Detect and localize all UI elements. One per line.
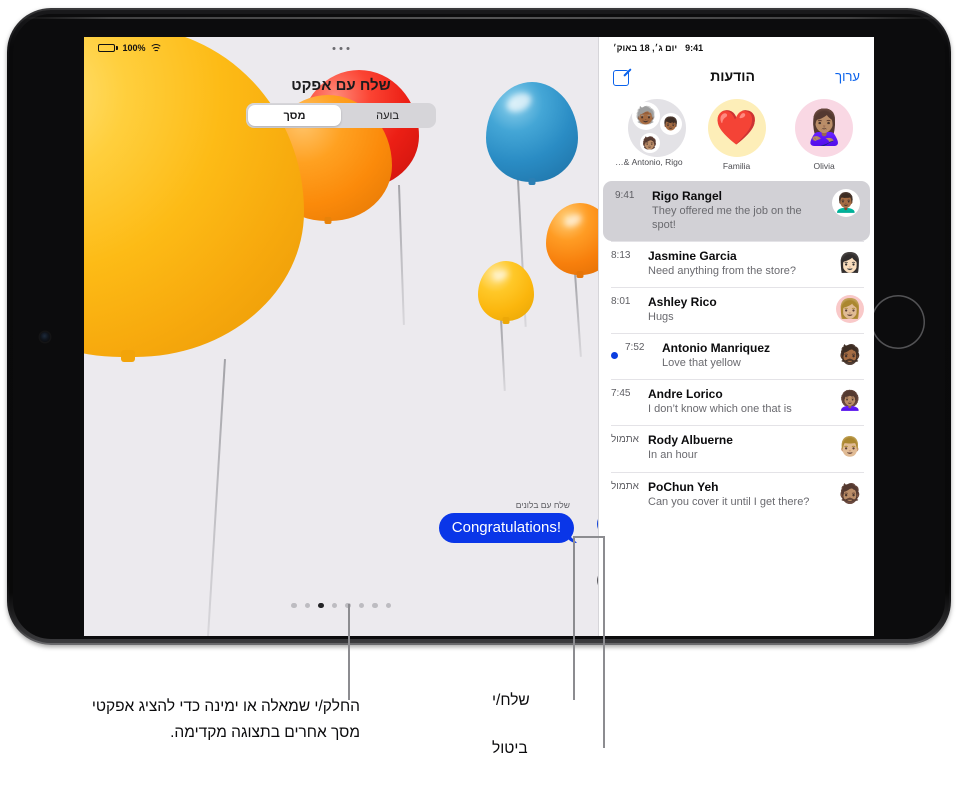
- conversation-preview: I don’t know which one that is: [648, 403, 792, 416]
- conversation-row[interactable]: 👨🏼 Rody Albuerne In an hour אתמול: [599, 425, 874, 471]
- leader-line-swipe: [348, 604, 350, 700]
- page-dot-active[interactable]: [318, 602, 324, 608]
- messages-pane: 9:41 יום ג׳, 18 באוק׳ ערוך הודעות 🙎🏽‍♀️ O…: [598, 37, 874, 636]
- avatar: 👩🏼: [836, 295, 864, 324]
- conversation-preview: They offered me the job on the spot!: [652, 205, 802, 232]
- conversation-time: 7:52: [625, 342, 645, 354]
- avatar: 👩🏽‍🦱: [836, 387, 864, 416]
- group-avatar: 🧓🏾 👦🏾 🧑🏽: [627, 99, 686, 157]
- message-bubble: Congratulations!: [438, 513, 574, 543]
- callout-send: שלח/י: [492, 692, 530, 709]
- front-camera-icon: [40, 332, 50, 342]
- effect-segmented-control[interactable]: בועה מסך: [246, 103, 436, 128]
- page-indicator[interactable]: [84, 602, 598, 608]
- conversation-time: אתמול: [611, 434, 639, 446]
- compose-icon[interactable]: [613, 67, 632, 86]
- conversation-preview: Can you cover it until I get there?: [648, 495, 810, 508]
- home-button[interactable]: [871, 295, 925, 349]
- conversation-name: PoChun Yeh: [648, 479, 719, 494]
- avatar: 🧔🏾: [836, 341, 864, 370]
- page-dot[interactable]: [358, 602, 364, 608]
- avatar: 👩🏻: [836, 249, 864, 278]
- send-effect-label: שלח עם בלונים: [515, 500, 570, 510]
- conversation-time: 8:13: [611, 250, 631, 262]
- battery-percent-label: 100%: [122, 43, 146, 53]
- leader-line-cancel: [603, 536, 605, 748]
- leader-line-send: [573, 536, 575, 700]
- avatar: 🧔🏽: [836, 479, 864, 508]
- multitasking-dots-icon: [332, 46, 350, 50]
- conversation-row[interactable]: 👩🏽‍🦱 Andre Lorico I don’t know which one…: [599, 379, 874, 425]
- conversation-name: Rigo Rangel: [652, 189, 723, 203]
- pinned-name: Familia: [722, 161, 751, 171]
- conversation-row[interactable]: 👩🏼 Ashley Rico Hugs 8:01: [599, 287, 874, 333]
- balloon-orange-right: [546, 203, 598, 278]
- conversation-row[interactable]: 🧔🏾 Antonio Manriquez Love that yellow 7:…: [599, 333, 874, 379]
- pinned-name: Antonio, Rigo &…: [615, 157, 683, 167]
- effect-preview-pane[interactable]: 100% שלח עם אפקט בועה מסך שלח עם בלונים …: [84, 37, 598, 636]
- page-dot[interactable]: [304, 602, 310, 608]
- page-title: הודעות: [710, 68, 755, 84]
- conversation-preview: Need anything from the store?: [648, 265, 796, 278]
- conversation-row[interactable]: 👨🏾‍🦱 Rigo Rangel They offered me the job…: [603, 181, 870, 242]
- conversation-time: 8:01: [611, 296, 631, 308]
- conversation-preview: Hugs: [648, 311, 674, 324]
- callout-swipe: החלק/י שמאלה או ימינה כדי להציג אפקטי מס…: [91, 698, 360, 741]
- page-dot[interactable]: [331, 602, 337, 608]
- tab-screen[interactable]: מסך: [248, 105, 341, 126]
- wifi-icon: [149, 43, 163, 53]
- ipad-screen: 100% שלח עם אפקט בועה מסך שלח עם בלונים …: [84, 37, 874, 636]
- battery-icon: [98, 44, 118, 52]
- conversation-row[interactable]: 👩🏻 Jasmine Garcia Need anything from the…: [599, 241, 874, 287]
- status-date: יום ג׳, 18 באוק׳: [613, 43, 678, 53]
- balloon-blue: [486, 82, 578, 185]
- leader-line-send-h: [573, 536, 603, 538]
- avatar: 👨🏼: [836, 433, 864, 462]
- status-time: 9:41: [685, 43, 704, 53]
- conversation-preview: Love that yellow: [662, 357, 741, 370]
- unread-badge: [611, 352, 618, 360]
- balloon-string: [500, 318, 506, 391]
- conversation-time: אתמול: [611, 480, 639, 492]
- messages-header: ערוך הודעות: [599, 59, 874, 93]
- pinned-conversation[interactable]: ❤️ Familia: [700, 99, 774, 171]
- balloon-string: [574, 272, 582, 357]
- conversation-preview: In an hour: [648, 449, 698, 462]
- avatar: 👨🏾‍🦱: [832, 189, 860, 217]
- effect-title: שלח עם אפקט: [291, 77, 391, 94]
- pinned-name: Olivia: [813, 161, 835, 171]
- callout-cancel: ביטול: [492, 740, 528, 757]
- pinned-conversations: 🙎🏽‍♀️ Olivia ❤️ Familia 🧓🏾 👦🏾 🧑🏽 Antonio, Ri…: [599, 93, 874, 181]
- page-dot[interactable]: [291, 602, 297, 608]
- balloon-string: [398, 184, 405, 325]
- conversation-name: Antonio Manriquez: [662, 341, 770, 356]
- conversation-row[interactable]: 🧔🏽 PoChun Yeh Can you cover it until I g…: [599, 471, 874, 518]
- conversation-name: Ashley Rico: [648, 295, 717, 310]
- status-bar-left: 100%: [84, 37, 598, 59]
- balloon-yellow-small: [478, 261, 534, 324]
- balloon-string: [207, 358, 226, 636]
- pinned-conversation[interactable]: 🧓🏾 👦🏾 🧑🏽 Antonio, Rigo &…: [612, 99, 686, 171]
- page-dot[interactable]: [385, 602, 391, 608]
- conversation-time: 9:41: [615, 190, 635, 201]
- status-bar-right: 9:41 יום ג׳, 18 באוק׳: [599, 37, 874, 59]
- bezel-highlight: [17, 17, 941, 19]
- conversation-name: Rody Albuerne: [648, 433, 733, 448]
- pinned-conversation[interactable]: 🙎🏽‍♀️ Olivia: [787, 99, 861, 171]
- conversation-name: Andre Lorico: [648, 387, 723, 402]
- conversation-time: 7:45: [611, 388, 631, 400]
- edit-button[interactable]: ערוך: [835, 69, 860, 84]
- conversation-list: 👨🏾‍🦱 Rigo Rangel They offered me the job…: [599, 181, 874, 518]
- ipad-device: 100% שלח עם אפקט בועה מסך שלח עם בלונים …: [7, 8, 951, 645]
- avatar: ❤️: [707, 99, 766, 157]
- avatar: 🙎🏽‍♀️: [795, 99, 854, 157]
- page-dot[interactable]: [372, 602, 378, 608]
- tab-bubble[interactable]: בועה: [341, 105, 434, 126]
- conversation-name: Jasmine Garcia: [648, 249, 737, 264]
